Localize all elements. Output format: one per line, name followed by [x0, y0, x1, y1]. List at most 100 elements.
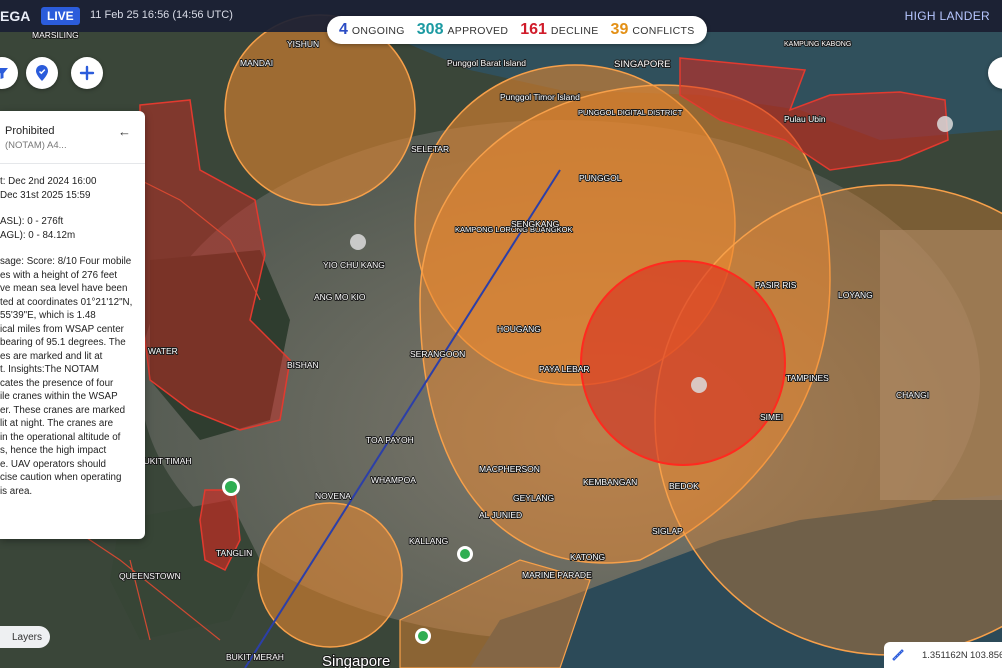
place-label: YISHUN [287, 39, 319, 49]
place-label: PUNGGOL [579, 173, 622, 183]
place-label: BISHAN [287, 360, 319, 370]
place-label: Pulau Ubin [784, 114, 826, 124]
place-label: MACPHERSON [479, 464, 540, 474]
place-label: Punggol Barat Island [447, 58, 526, 68]
panel-text-line: cise caution when operating [0, 472, 122, 483]
place-label: TOA PAYOH [366, 435, 414, 445]
place-label: PUNGGOL DIGITAL DISTRICT [578, 108, 683, 117]
panel-text-line: 55'39"E, which is 1.48 [0, 310, 96, 321]
layers-label: Layers [11, 631, 42, 643]
place-label: GEYLANG [513, 493, 554, 503]
panel-text-line: t. Insights:The NOTAM [0, 364, 99, 375]
status-summary-pill: 4 ONGOING 308 APPROVED 161 DECLINE 39 CO… [327, 16, 707, 44]
place-label: KALLANG [409, 536, 448, 546]
panel-text-line: is area. [0, 485, 33, 497]
stat-value: 4 [339, 21, 348, 38]
place-label: AL JUNIED [479, 510, 522, 520]
add-button[interactable] [71, 57, 103, 89]
latitude-value: 1.351162N [922, 650, 968, 661]
uav-marker[interactable] [350, 234, 366, 250]
place-label: WHAMPOA [371, 475, 416, 485]
panel-text-line: e. UAV operators should [0, 458, 107, 470]
panel-text-line: ile cranes within the WSAP [0, 391, 118, 402]
panel-text-line: cates the presence of four [0, 377, 114, 389]
map-canvas[interactable]: MARSILING YISHUN MANDAI Punggol Barat Is… [0, 0, 1002, 668]
place-label: SIMEI [760, 412, 783, 422]
place-label: PAYA LEBAR [539, 364, 590, 374]
current-datetime: 11 Feb 25 16:56 (14:56 UTC) [90, 9, 233, 21]
place-label: PASIR RIS [755, 280, 797, 290]
panel-text-line: in the operational altitude of [0, 431, 121, 443]
zone-detail-panel: Prohibited (NOTAM) A4... ← t: Dec 2nd 20… [0, 111, 145, 539]
panel-text-line: ted at coordinates 01°21'12"N, [0, 296, 133, 308]
place-label: QUEENSTOWN [119, 571, 181, 581]
place-label: KAMPUNG KABONG [784, 41, 851, 48]
panel-text-line [0, 202, 135, 215]
panel-header: Prohibited (NOTAM) A4... ← [0, 111, 145, 164]
stat-value: 39 [610, 21, 629, 38]
stat-label: CONFLICTS [632, 25, 695, 37]
panel-text-line: t: Dec 2nd 2024 16:00 [0, 176, 97, 187]
place-label: SELETAR [411, 144, 449, 154]
location-pin-icon [36, 65, 48, 81]
uav-marker[interactable] [937, 116, 953, 132]
place-label: Punggol Timor Island [500, 92, 580, 102]
brand-logo-text: EGA [0, 8, 31, 24]
panel-text-line: ASL): 0 - 276ft [0, 216, 64, 227]
panel-text-line: es with a height of 276 feet [0, 269, 118, 281]
place-label: TANGLIN [216, 548, 252, 558]
panel-text-line: es are marked and lit at [0, 350, 103, 362]
stat-label: APPROVED [447, 25, 509, 37]
zone-type-title: Prohibited [5, 125, 55, 137]
stat-ongoing[interactable]: 4 ONGOING [339, 21, 405, 39]
place-label: YIO CHU KANG [323, 260, 385, 270]
panel-text-line: bearing of 95.1 degrees. The [0, 337, 126, 348]
stat-value: 308 [416, 21, 444, 38]
uav-marker[interactable] [691, 377, 707, 393]
stat-approved[interactable]: 308 APPROVED [417, 21, 508, 39]
place-label: SERANGOON [410, 349, 465, 359]
layers-button[interactable]: Layers [0, 626, 50, 648]
stat-decline[interactable]: 161 DECLINE [520, 21, 598, 39]
back-arrow-icon[interactable]: ← [118, 124, 131, 139]
panel-text-line: ical miles from WSAP center [0, 323, 124, 335]
place-label: SIGLAP [652, 526, 683, 536]
zone-notam-id: (NOTAM) A4... [5, 140, 67, 151]
green-poi-marker[interactable] [460, 549, 470, 559]
panel-body: t: Dec 2nd 2024 16:00 Dec 31st 2025 15:5… [0, 175, 135, 498]
place-label: Singapore [322, 653, 390, 668]
place-label: LOYANG [838, 290, 873, 300]
coordinate-readout: 1.351162N 103.856 [884, 642, 1002, 668]
ruler-icon[interactable] [890, 647, 904, 661]
plus-icon [79, 65, 95, 81]
place-label: BUKIT MERAH [226, 652, 284, 662]
green-poi-marker[interactable] [418, 631, 428, 641]
green-poi-marker[interactable] [225, 481, 237, 493]
location-button[interactable] [26, 57, 58, 89]
place-label: BEDOK [669, 481, 699, 491]
orange-zone-kallang[interactable] [257, 502, 403, 648]
place-label: SENGKANG [511, 219, 559, 229]
place-label: NOVENA [315, 491, 351, 501]
stat-conflicts[interactable]: 39 CONFLICTS [611, 21, 695, 39]
operator-name[interactable]: HIGH LANDER [905, 9, 990, 23]
live-badge: LIVE [41, 7, 80, 25]
panel-text-line: s, hence the high impact [0, 445, 107, 456]
place-label: CHANGI [896, 390, 929, 400]
place-label: KEMBANGAN [583, 477, 637, 487]
panel-text-line: AGL): 0 - 84.12m [0, 229, 76, 241]
place-label: BUKIT TIMAH [138, 456, 192, 466]
filter-icon [0, 68, 8, 79]
red-zone-paya-lebar[interactable] [580, 260, 786, 466]
place-label: KATONG [570, 552, 605, 562]
place-label: MANDAI [240, 58, 273, 68]
stat-label: ONGOING [351, 25, 405, 37]
stat-label: DECLINE [550, 25, 599, 37]
panel-text-line: Dec 31st 2025 15:59 [0, 189, 91, 201]
panel-text-line [0, 242, 135, 255]
place-label: HOUGANG [497, 324, 541, 334]
panel-text-line: ve mean sea level have been [0, 283, 128, 294]
place-label: WATER [148, 346, 178, 356]
panel-text-line: sage: Score: 8/10 Four mobile [0, 256, 132, 267]
stat-value: 161 [520, 21, 547, 38]
